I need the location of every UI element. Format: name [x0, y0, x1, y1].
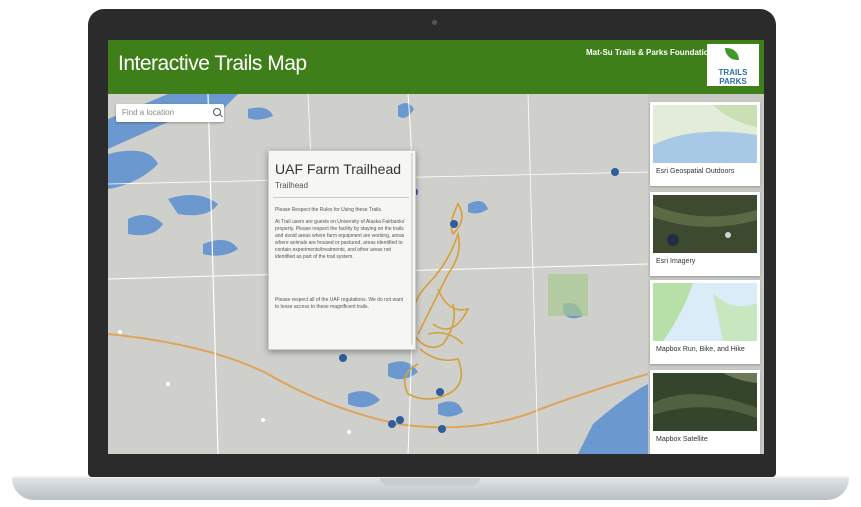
- app-screen: Interactive Trails Map Mat-Su Trails & P…: [108, 40, 764, 454]
- basemap-option[interactable]: Mapbox Satellite: [650, 370, 760, 454]
- popup-paragraph: Please respect all of the UAF regulation…: [275, 297, 404, 310]
- search-placeholder: Find a location: [122, 108, 175, 117]
- logo-text: TRAILS PARKS: [718, 68, 748, 86]
- satellite-thumbnail: [653, 373, 757, 431]
- popup-scrollbar[interactable]: [411, 153, 413, 345]
- app-title: Interactive Trails Map: [118, 52, 307, 75]
- popup-paragraph: At Trail users are guests on University …: [275, 219, 406, 260]
- park-area: [548, 274, 588, 316]
- app-header: Interactive Trails Map Mat-Su Trails & P…: [108, 40, 764, 94]
- basemap-option[interactable]: Mapbox Run, Bike, and Hike: [650, 280, 760, 364]
- foundation-logo[interactable]: TRAILS PARKS: [707, 44, 759, 86]
- basemap-gallery: Esri Geospatial Outdoors Esri Imagery Ma…: [650, 102, 760, 454]
- basemap-label: Esri Geospatial Outdoors: [656, 168, 735, 175]
- popup-paragraph: Please Respect the Rules for Using these…: [275, 207, 383, 213]
- trailhead-popup[interactable]: UAF Farm Trailhead Trailhead Please Resp…: [268, 150, 416, 350]
- basemap-label: Mapbox Run, Bike, and Hike: [656, 346, 745, 353]
- basemap-option[interactable]: Esri Geospatial Outdoors: [650, 102, 760, 186]
- basemap-label: Mapbox Satellite: [656, 436, 708, 443]
- laptop-notch: [380, 478, 480, 486]
- imagery-thumbnail: [653, 195, 757, 253]
- basemap-label: Esri Imagery: [656, 258, 696, 265]
- search-icon[interactable]: [213, 108, 221, 116]
- camera-icon: [432, 20, 437, 25]
- popup-title: UAF Farm Trailhead: [275, 161, 402, 177]
- run-bike-hike-thumbnail: [653, 283, 757, 341]
- popup-type: Trailhead: [275, 181, 309, 190]
- leaf-icon: [725, 48, 739, 60]
- popup-divider: [273, 197, 409, 198]
- basemap-option[interactable]: Esri Imagery: [650, 192, 760, 276]
- outdoors-thumbnail: [653, 105, 757, 163]
- organization-name[interactable]: Mat-Su Trails & Parks Foundation: [586, 48, 714, 57]
- search-input[interactable]: Find a location: [116, 104, 224, 122]
